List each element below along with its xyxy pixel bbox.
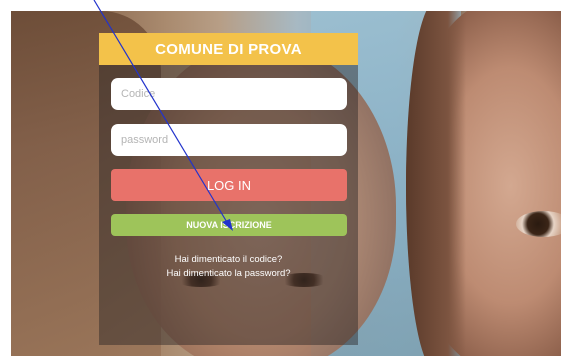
new-registration-button[interactable]: NUOVA ISCRIZIONE <box>111 214 347 236</box>
municipality-title: COMUNE DI PROVA <box>99 33 358 65</box>
password-input[interactable] <box>111 124 347 156</box>
forgot-code-link[interactable]: Hai dimenticato il codice? <box>99 254 358 265</box>
code-input[interactable] <box>111 78 347 110</box>
forgot-password-link[interactable]: Hai dimenticato la password? <box>99 268 358 279</box>
background-hair-right <box>406 11 466 356</box>
login-button[interactable]: LOG IN <box>111 169 347 201</box>
